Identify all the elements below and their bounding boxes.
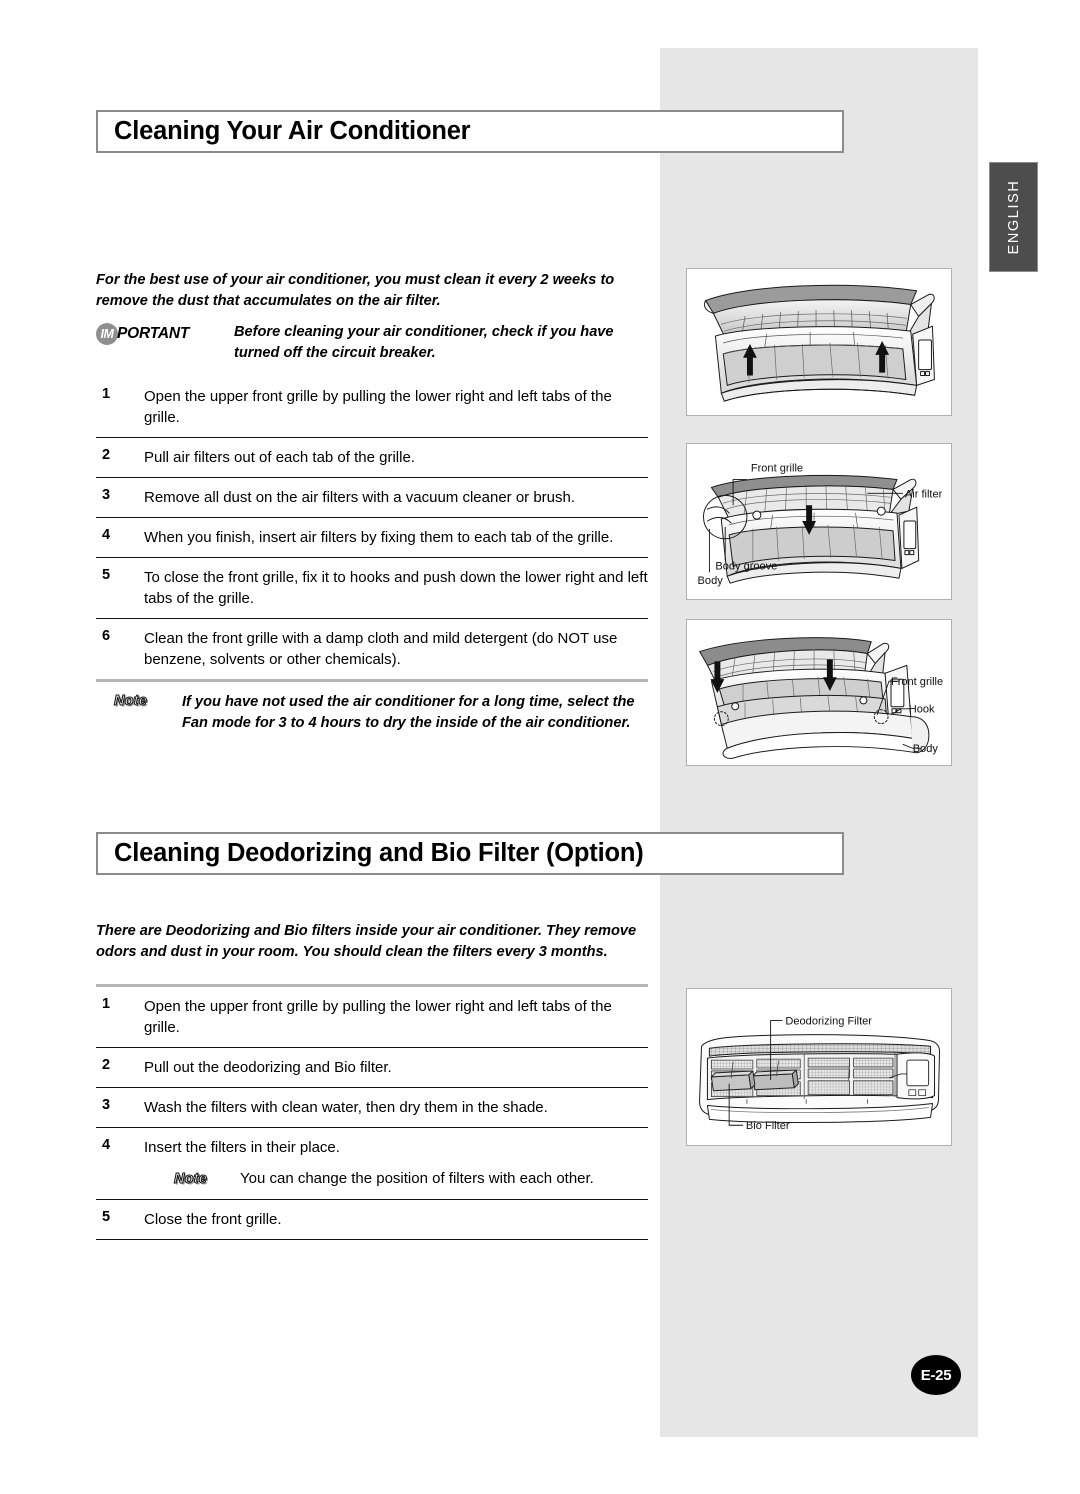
step-text-group: Insert the filters in their place. Note …: [144, 1137, 648, 1190]
step-item: 1 Open the upper front grille by pulling…: [96, 377, 648, 437]
step-number: 5: [102, 567, 111, 583]
figure-label-front-grille: Front grille: [751, 463, 803, 475]
figure-label-hook: Hook: [909, 704, 935, 716]
figure-label-body-groove: Body groove: [715, 560, 777, 572]
note-badge: Note: [173, 1170, 208, 1187]
important-badge-label: PORTANT: [117, 325, 190, 342]
section2-lead-text: There are Deodorizing and Bio filters in…: [96, 923, 637, 960]
step-item: 4 Insert the filters in their place. Not…: [96, 1128, 648, 1199]
step-item: 4 When you finish, insert air filters by…: [96, 518, 648, 557]
figure-label-body: Body: [913, 743, 939, 755]
step-item: 2 Pull air filters out of each tab of th…: [96, 438, 648, 477]
step-number: 2: [102, 1057, 111, 1073]
step-text: Insert the filters in their place.: [144, 1139, 340, 1156]
note-callout: Note If you have not used the air condit…: [96, 682, 648, 744]
note-badge-cell: Note: [96, 692, 182, 710]
step-text: When you finish, insert air filters by f…: [144, 529, 614, 546]
step-number: 1: [102, 386, 111, 402]
note-text: You can change the position of filters w…: [240, 1170, 594, 1187]
step-text: To close the front grille, fix it to hoo…: [144, 569, 648, 607]
figure-grille-open-drawing: [704, 284, 935, 402]
step-text: Clean the front grille with a damp cloth…: [144, 630, 618, 668]
step-text: Remove all dust on the air filters with …: [144, 489, 576, 506]
inline-note-callout: Note You can change the position of filt…: [144, 1168, 648, 1190]
step-number: 4: [102, 527, 111, 543]
important-text: Before cleaning your air conditioner, ch…: [234, 324, 614, 361]
section-heading-label: Cleaning Deodorizing and Bio Filter (Opt…: [114, 839, 644, 867]
figure-label-deodorizing-filter: Deodorizing Filter: [785, 1016, 872, 1028]
section-heading-cleaning-deodorizing-bio-filter: Cleaning Deodorizing and Bio Filter (Opt…: [96, 832, 844, 875]
step-text: Pull out the deodorizing and Bio filter.: [144, 1059, 392, 1076]
step-number: 3: [102, 487, 111, 503]
document-page: ENGLISH Cleaning Your Air Conditioner Fo…: [0, 0, 1080, 1494]
step-text: Wash the filters with clean water, then …: [144, 1099, 548, 1116]
section-heading-cleaning-air-conditioner: Cleaning Your Air Conditioner: [96, 110, 844, 153]
step-number: 3: [102, 1097, 111, 1113]
figure-grille-close-drawing: Front grille Hook Body: [699, 637, 943, 759]
section2-content: There are Deodorizing and Bio filters in…: [96, 921, 648, 1240]
note-badge: Note: [113, 692, 148, 709]
figure-grille-open: [686, 268, 952, 416]
step-item: 6 Clean the front grille with a damp clo…: [96, 619, 648, 679]
figure-filter-locations: Deodorizing Filter Bio Filter: [686, 988, 952, 1146]
page-number-badge: E-25: [911, 1355, 961, 1395]
important-callout: IM PORTANT Before cleaning your air cond…: [96, 322, 648, 363]
section1-lead-text: For the best use of your air conditioner…: [96, 272, 615, 309]
figure-label-front-grille: Front grille: [891, 676, 943, 688]
step-number: 5: [102, 1209, 111, 1225]
figure-air-filter-removal: Front grille Air filter Body groove Body: [686, 443, 952, 600]
step-item: 1 Open the upper front grille by pulling…: [96, 987, 648, 1047]
step-divider: [96, 1239, 648, 1240]
figure-label-body: Body: [698, 575, 724, 587]
step-item: 3 Remove all dust on the air filters wit…: [96, 478, 648, 517]
step-text: Pull air filters out of each tab of the …: [144, 449, 415, 466]
step-number: 2: [102, 447, 111, 463]
important-circle-icon: IM: [96, 323, 118, 345]
step-number: 6: [102, 628, 111, 644]
step-text: Open the upper front grille by pulling t…: [144, 388, 612, 426]
step-text: Close the front grille.: [144, 1211, 282, 1228]
step-number: 4: [102, 1137, 111, 1153]
language-tab-english: ENGLISH: [989, 162, 1038, 272]
language-tab-label: ENGLISH: [1005, 179, 1022, 255]
step-item: 5 Close the front grille.: [96, 1200, 648, 1239]
figure-grille-close: Front grille Hook Body: [686, 619, 952, 766]
figure-label-air-filter: Air filter: [905, 488, 943, 500]
note-badge-cell: Note: [144, 1168, 240, 1190]
step-text: Open the upper front grille by pulling t…: [144, 998, 612, 1036]
step-item: 2 Pull out the deodorizing and Bio filte…: [96, 1048, 648, 1087]
figure-air-filter-removal-drawing: Front grille Air filter Body groove Body: [698, 463, 943, 588]
section-heading-label: Cleaning Your Air Conditioner: [114, 117, 471, 145]
figure-filter-locations-drawing: Deodorizing Filter Bio Filter: [699, 1016, 941, 1132]
step-item: 5 To close the front grille, fix it to h…: [96, 558, 648, 618]
figure-label-bio-filter: Bio Filter: [746, 1120, 790, 1132]
step-number: 1: [102, 996, 111, 1012]
important-badge: IM PORTANT: [96, 322, 234, 345]
section1-content: For the best use of your air conditioner…: [96, 270, 648, 744]
step-item: 3 Wash the filters with clean water, the…: [96, 1088, 648, 1127]
note-text: If you have not used the air conditioner…: [182, 694, 635, 731]
